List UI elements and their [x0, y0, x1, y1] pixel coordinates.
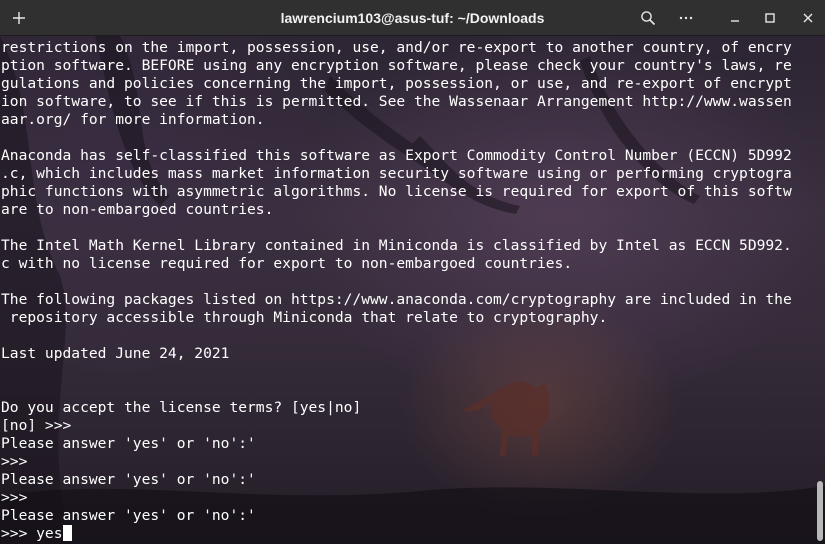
- terminal-line: Please answer 'yes' or 'no':': [1, 507, 256, 524]
- terminal-line: The Intel Math Kernel Library contained …: [1, 237, 792, 254]
- terminal-line: are to non-embargoed countries.: [1, 201, 274, 218]
- close-button[interactable]: [794, 4, 822, 32]
- terminal-line: c with no license required for export to…: [1, 255, 573, 272]
- new-tab-button[interactable]: [5, 4, 33, 32]
- terminal-line: Anaconda has self-classified this softwa…: [1, 147, 792, 164]
- terminal-line: >>>: [1, 453, 28, 470]
- hamburger-menu-icon: [679, 16, 693, 20]
- minimize-button[interactable]: [721, 4, 749, 32]
- terminal-line: The following packages listed on https:/…: [1, 291, 792, 308]
- terminal-line: restrictions on the import, possession, …: [1, 39, 792, 56]
- terminal-line: [no] >>>: [1, 417, 72, 434]
- window-title: lawrencium103@asus-tuf: ~/Downloads: [280, 10, 545, 26]
- plus-icon: [13, 12, 25, 24]
- terminal-line: repository accessible through Miniconda …: [1, 309, 608, 326]
- terminal-line: Do you accept the license terms? [yes|no…: [1, 399, 362, 416]
- terminal-prompt-line[interactable]: >>> yes: [1, 525, 813, 543]
- terminal-line: phic functions with asymmetric algorithm…: [1, 183, 792, 200]
- terminal-line: Last updated June 24, 2021: [1, 345, 230, 362]
- terminal-scrollbar[interactable]: [814, 36, 825, 544]
- terminal-line: aar.org/ for more information.: [1, 111, 265, 128]
- menu-button[interactable]: [672, 4, 700, 32]
- terminal-line: Please answer 'yes' or 'no':': [1, 471, 256, 488]
- prompt-input-text: >>> yes: [1, 525, 63, 542]
- terminal-output: restrictions on the import, possession, …: [1, 39, 813, 543]
- terminal-line: ption software. BEFORE using any encrypt…: [1, 57, 792, 74]
- text-cursor: [62, 525, 72, 541]
- search-icon: [641, 11, 656, 26]
- maximize-button[interactable]: [756, 4, 784, 32]
- terminal-area[interactable]: restrictions on the import, possession, …: [0, 36, 825, 544]
- title-bar[interactable]: lawrencium103@asus-tuf: ~/Downloads: [0, 0, 825, 36]
- scrollbar-thumb[interactable]: [817, 481, 823, 541]
- terminal-window: lawrencium103@asus-tuf: ~/Downloads rest…: [0, 0, 825, 544]
- close-icon: [803, 13, 813, 23]
- terminal-line: Please answer 'yes' or 'no':': [1, 435, 256, 452]
- search-button[interactable]: [634, 4, 662, 32]
- maximize-icon: [765, 13, 775, 23]
- terminal-line: .c, which includes mass market informati…: [1, 165, 792, 182]
- minimize-icon: [731, 20, 739, 22]
- terminal-line: ion software, to see if this is permitte…: [1, 93, 792, 110]
- terminal-line: gulations and policies concerning the im…: [1, 75, 792, 92]
- terminal-line: >>>: [1, 489, 28, 506]
